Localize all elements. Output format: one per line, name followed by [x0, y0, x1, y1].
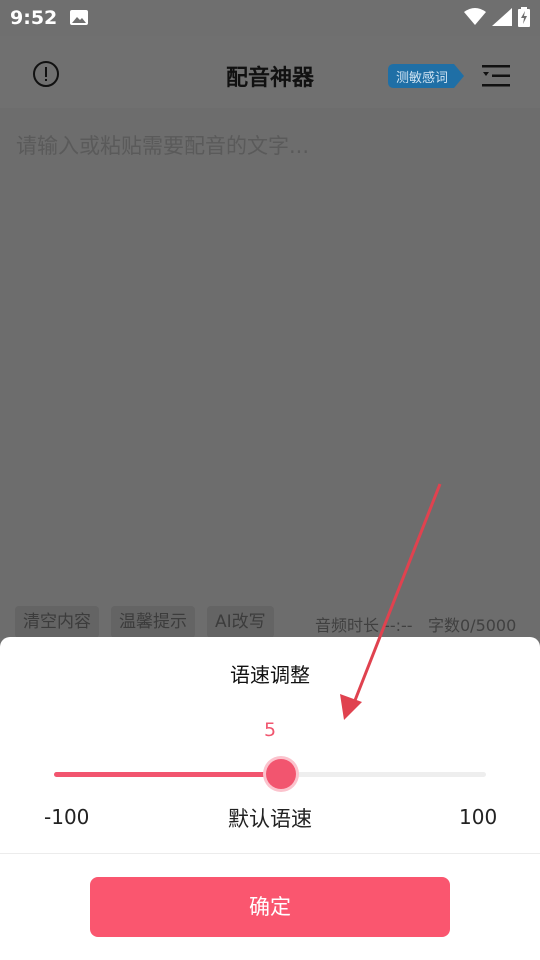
speed-adjust-sheet: 语速调整 5 -100 默认语速 100 确定 [0, 637, 540, 960]
battery-charging-icon [518, 7, 530, 27]
tips-button[interactable]: 温馨提示 [111, 606, 195, 638]
editor-placeholder: 请输入或粘贴需要配音的文字... [16, 134, 310, 158]
confirm-button[interactable]: 确定 [90, 877, 450, 937]
status-time: 9:52 [10, 7, 58, 29]
signal-icon [492, 8, 512, 26]
speed-max-label: 100 [459, 805, 498, 829]
speed-slider[interactable] [54, 759, 486, 789]
slider-thumb[interactable] [266, 759, 296, 789]
text-editor[interactable]: 请输入或粘贴需要配音的文字... [0, 108, 540, 638]
audio-duration: 音频时长 --:-- [315, 616, 413, 635]
char-count: 字数0/5000 [428, 616, 517, 635]
divider [0, 853, 540, 854]
speed-value: 5 [263, 719, 277, 741]
sensitive-word-check-button[interactable]: 测敏感词 [388, 64, 464, 88]
wifi-icon [464, 8, 486, 25]
status-icons [464, 7, 530, 27]
sheet-title: 语速调整 [230, 663, 310, 687]
status-bar: 9:52 [0, 0, 540, 36]
clear-content-button[interactable]: 清空内容 [15, 606, 99, 638]
ai-rewrite-button[interactable]: AI改写 [207, 606, 274, 638]
sensitive-word-label: 测敏感词 [396, 71, 449, 86]
slider-fill [54, 772, 281, 777]
image-icon [70, 10, 88, 25]
menu-icon[interactable] [480, 64, 512, 88]
app-bar: 配音神器 测敏感词 [0, 36, 540, 108]
